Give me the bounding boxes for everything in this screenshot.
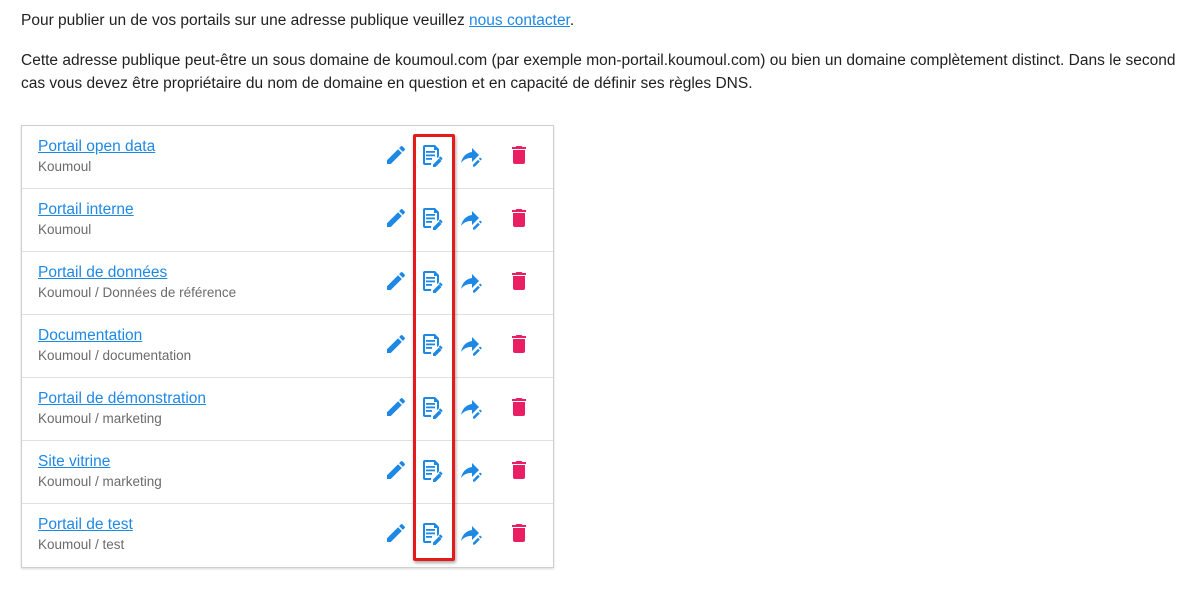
edit-configuration-button[interactable] <box>418 207 444 233</box>
file-document-edit-icon <box>419 395 443 424</box>
publish-button[interactable] <box>457 396 483 422</box>
pencil-icon <box>384 269 408 298</box>
edit-button[interactable] <box>383 207 409 233</box>
share-icon <box>458 269 482 298</box>
portal-title-link[interactable]: Site vitrine <box>38 453 110 471</box>
file-document-edit-icon <box>419 521 443 550</box>
portal-row: Portail open data Koumoul <box>22 126 553 189</box>
trash-icon <box>507 206 531 235</box>
edit-configuration-button[interactable] <box>418 333 444 359</box>
delete-button[interactable] <box>506 396 532 422</box>
trash-icon <box>507 332 531 361</box>
edit-configuration-button[interactable] <box>418 270 444 296</box>
portal-row: Portail de données Koumoul / Données de r… <box>22 252 553 315</box>
file-document-edit-icon <box>419 269 443 298</box>
portal-row: Site vitrine Koumoul / marketing <box>22 441 553 504</box>
portal-subtitle: Koumoul / documentation <box>38 348 192 363</box>
delete-button[interactable] <box>506 459 532 485</box>
share-icon <box>458 395 482 424</box>
portal-title-link[interactable]: Portail de démonstration <box>38 390 206 408</box>
edit-configuration-button[interactable] <box>418 144 444 170</box>
share-icon <box>458 458 482 487</box>
delete-button[interactable] <box>506 270 532 296</box>
publish-button[interactable] <box>457 144 483 170</box>
publish-button[interactable] <box>457 522 483 548</box>
pencil-icon <box>384 206 408 235</box>
edit-configuration-button[interactable] <box>418 396 444 422</box>
publish-button[interactable] <box>457 207 483 233</box>
pencil-icon <box>384 521 408 550</box>
edit-button[interactable] <box>383 459 409 485</box>
edit-configuration-button[interactable] <box>418 459 444 485</box>
publish-button[interactable] <box>457 333 483 359</box>
trash-icon <box>507 143 531 172</box>
file-document-edit-icon <box>419 458 443 487</box>
portal-subtitle: Koumoul / marketing <box>38 411 162 426</box>
portal-row: Portail interne Koumoul <box>22 189 553 252</box>
portal-title-link[interactable]: Documentation <box>38 327 142 345</box>
portal-row: Portail de démonstration Koumoul / market… <box>22 378 553 441</box>
trash-icon <box>507 521 531 550</box>
portal-row: Documentation Koumoul / documentation <box>22 315 553 378</box>
edit-button[interactable] <box>383 522 409 548</box>
pencil-icon <box>384 395 408 424</box>
file-document-edit-icon <box>419 206 443 235</box>
portal-subtitle: Koumoul / test <box>38 537 125 552</box>
file-document-edit-icon <box>419 143 443 172</box>
portal-title-link[interactable]: Portail interne <box>38 201 134 219</box>
portal-title-link[interactable]: Portail de test <box>38 516 133 534</box>
portal-title-link[interactable]: Portail open data <box>38 138 155 156</box>
intro-paragraph-domain: Cette adresse publique peut-être un sous… <box>21 52 1176 92</box>
portal-subtitle: Koumoul / Données de référence <box>38 285 237 300</box>
portal-list: Portail open data Koumoul Portail interne K… <box>21 125 554 568</box>
edit-button[interactable] <box>383 144 409 170</box>
intro-period: . <box>569 12 575 29</box>
portal-subtitle: Koumoul / marketing <box>38 474 162 489</box>
share-icon <box>458 521 482 550</box>
portal-title-link[interactable]: Portail de données <box>38 264 167 282</box>
delete-button[interactable] <box>506 522 532 548</box>
trash-icon <box>507 458 531 487</box>
trash-icon <box>507 269 531 298</box>
pencil-icon <box>384 332 408 361</box>
edit-button[interactable] <box>383 270 409 296</box>
delete-button[interactable] <box>506 144 532 170</box>
publish-button[interactable] <box>457 459 483 485</box>
delete-button[interactable] <box>506 333 532 359</box>
portal-subtitle: Koumoul <box>38 159 92 174</box>
share-icon <box>458 143 482 172</box>
share-icon <box>458 332 482 361</box>
trash-icon <box>507 395 531 424</box>
publish-button[interactable] <box>457 270 483 296</box>
intro-text: Pour publier un de vos portails sur une … <box>21 12 470 29</box>
edit-configuration-button[interactable] <box>418 522 444 548</box>
intro-paragraph-contact: Pour publier un de vos portails sur une … <box>21 9 1181 32</box>
edit-button[interactable] <box>383 333 409 359</box>
portal-subtitle: Koumoul <box>38 222 92 237</box>
file-document-edit-icon <box>419 332 443 361</box>
edit-button[interactable] <box>383 396 409 422</box>
pencil-icon <box>384 143 408 172</box>
portal-row: Portail de test Koumoul / test <box>22 504 553 567</box>
contact-link[interactable]: nous contacter <box>469 12 570 29</box>
pencil-icon <box>384 458 408 487</box>
delete-button[interactable] <box>506 207 532 233</box>
share-icon <box>458 206 482 235</box>
